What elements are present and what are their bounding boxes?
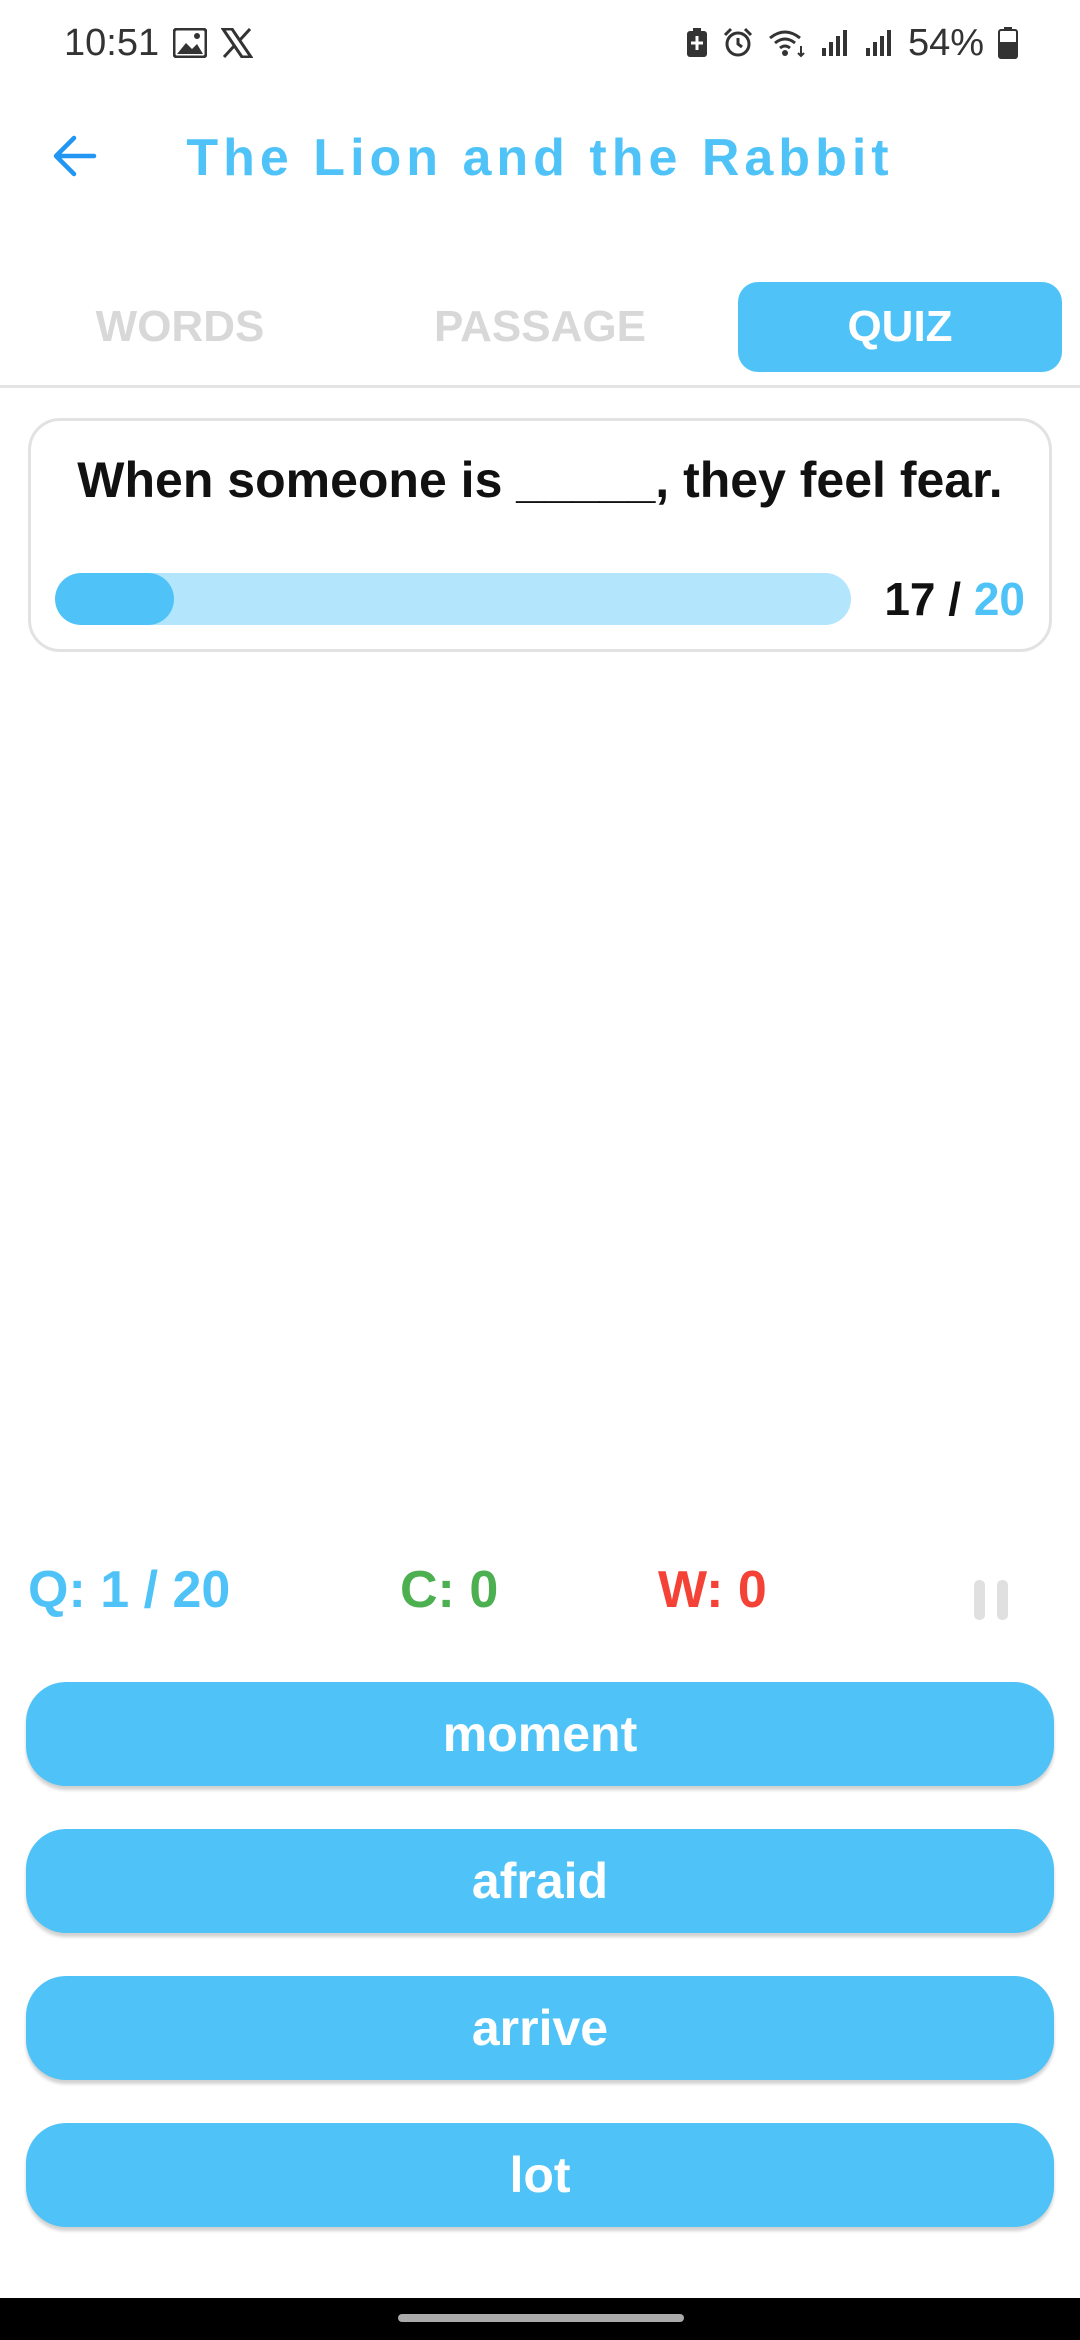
answer-button-afraid[interactable]: afraid — [26, 1829, 1054, 1933]
status-right: 54% — [686, 22, 1018, 65]
question-counter: Q: 1 / 20 — [28, 1561, 231, 1619]
pause-icon-bar — [997, 1580, 1008, 1620]
answer-button-lot[interactable]: lot — [26, 2123, 1054, 2227]
score-row: Q: 1 / 20 C: 0 W: 0 — [0, 1560, 1080, 1630]
page-title: The Lion and the Rabbit — [186, 129, 894, 187]
status-left: 10:51 — [64, 21, 254, 65]
gallery-icon — [173, 28, 208, 58]
status-time: 10:51 — [64, 21, 160, 64]
pause-icon — [974, 1580, 985, 1620]
alarm-icon — [722, 27, 754, 59]
signal-icon — [864, 28, 894, 58]
status-bar: 10:51 54% — [0, 0, 1080, 86]
battery-saver-icon — [686, 28, 708, 58]
timer-progress-bar — [55, 573, 851, 625]
timer-progress-fill — [55, 573, 175, 625]
tab-bar: WORDS PASSAGE QUIZ — [0, 280, 1080, 388]
tab-quiz[interactable]: QUIZ — [738, 282, 1062, 372]
answer-button-arrive[interactable]: arrive — [26, 1976, 1054, 2080]
question-card: When someone is _____, they feel fear. 1… — [28, 418, 1052, 652]
timer-readout: 17 / 20 — [884, 573, 1025, 625]
signal-icon — [820, 28, 850, 58]
question-text: When someone is _____, they feel fear. — [77, 452, 1003, 508]
pause-button[interactable] — [974, 1580, 1008, 1620]
battery-percent: 54% — [907, 21, 984, 64]
app-bar: The Lion and the Rabbit — [0, 100, 1080, 212]
timer-total: 20 — [973, 573, 1025, 625]
answer-button-moment[interactable]: moment — [26, 1682, 1054, 1786]
navigation-bar — [0, 2298, 1080, 2340]
home-indicator[interactable] — [398, 2314, 684, 2322]
tab-words[interactable]: WORDS — [30, 282, 330, 372]
battery-icon — [998, 27, 1018, 59]
x-logo-icon — [221, 28, 254, 58]
tab-passage[interactable]: PASSAGE — [390, 282, 690, 372]
timer-separator: / — [935, 573, 974, 625]
wifi-icon — [768, 28, 806, 58]
timer-current: 17 — [884, 573, 936, 625]
correct-counter: C: 0 — [400, 1561, 499, 1619]
wrong-counter: W: 0 — [658, 1561, 767, 1619]
